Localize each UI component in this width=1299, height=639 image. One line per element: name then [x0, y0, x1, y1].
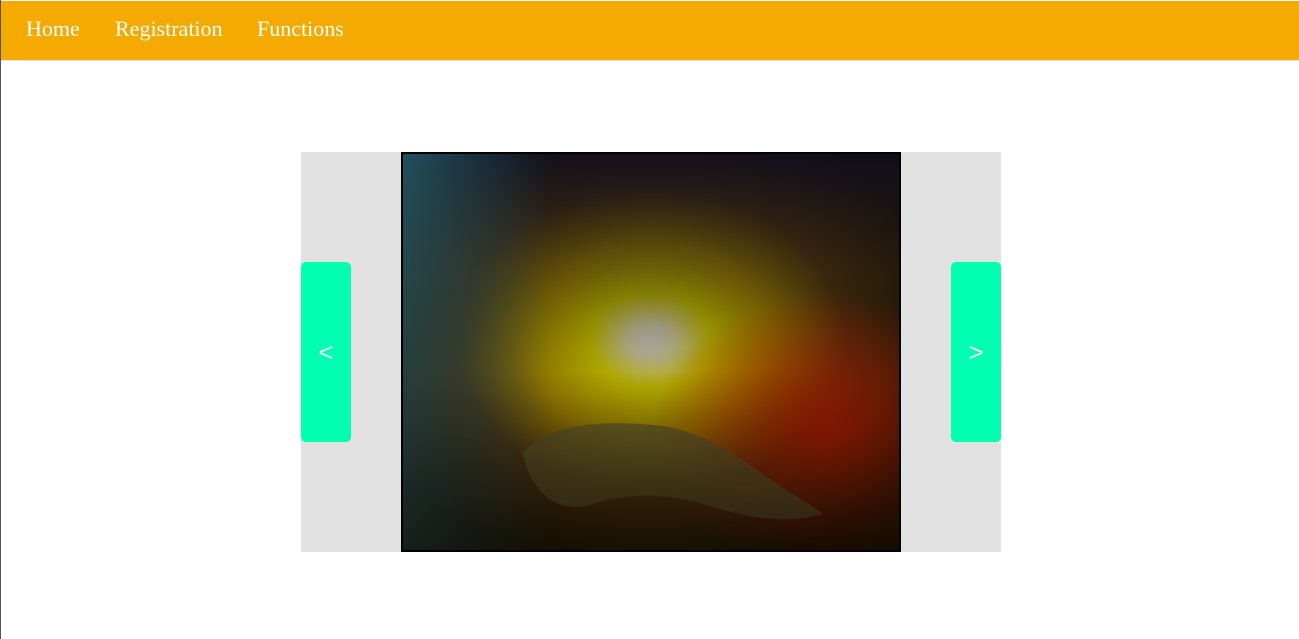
slider-prev-button[interactable]: <	[301, 262, 351, 442]
landscape-sunset-river-image	[403, 154, 899, 550]
top-navbar: Home Registration Functions	[1, 1, 1299, 61]
nav-registration-link[interactable]: Registration	[115, 16, 223, 42]
page: Home Registration Functions < >	[0, 0, 1299, 639]
image-slider: < >	[301, 152, 1001, 552]
nav-functions-link[interactable]: Functions	[257, 16, 344, 42]
slider-next-button[interactable]: >	[951, 262, 1001, 442]
nav-home-link[interactable]: Home	[26, 16, 80, 42]
slide-frame	[401, 152, 901, 552]
